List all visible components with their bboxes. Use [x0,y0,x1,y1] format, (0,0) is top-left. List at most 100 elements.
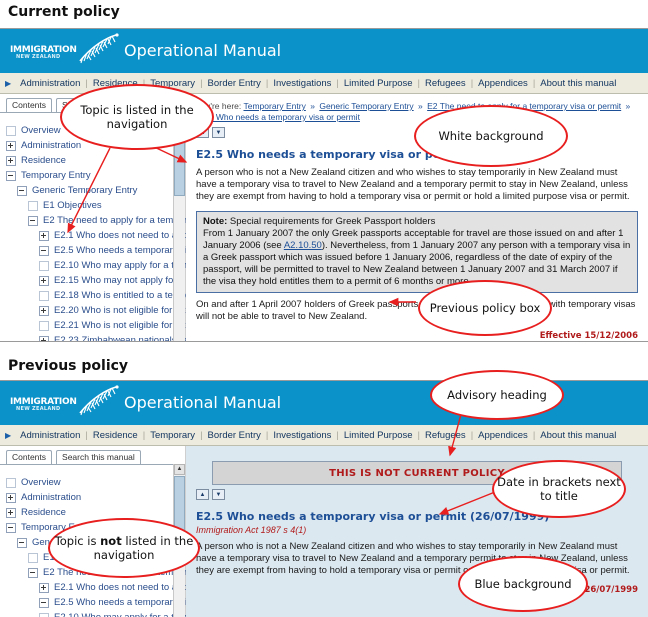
collapse-icon[interactable] [28,216,38,226]
collapse-icon[interactable] [6,523,16,533]
annotation-blue-background: Blue background [458,556,588,612]
tab-search-this-manual[interactable]: Search this manual [56,450,141,464]
nav-tabs-previous: Contents Search this manual [0,449,185,465]
collapse-icon[interactable] [17,186,27,196]
breadcrumb: You're here: Temporary Entry » Generic T… [196,101,638,123]
menu-item-administration[interactable]: Administration [15,78,85,89]
annotation-white-background: White background [414,105,568,167]
advisory-text: THIS IS NOT CURRENT POLICY [329,468,505,479]
immigration-nz-logo: IMMIGRATION NEW ZEALAND [8,35,108,67]
menu-item-border-entry[interactable]: Border Entry [203,430,266,441]
tree-item[interactable]: E2.1 Who does not need to apply for a te… [6,580,185,595]
expand-icon[interactable] [39,276,49,286]
menu-item-refugees[interactable]: Refugees [420,78,471,89]
menu-item-investigations[interactable]: Investigations [268,430,336,441]
tree-item[interactable]: E2.20 Who is not eligible for a temporar… [6,303,185,318]
next-topic-button[interactable]: ▼ [212,127,225,138]
section-title-current: Current policy [8,4,120,20]
menu-item-appendices[interactable]: Appendices [473,78,533,89]
note-box: Note: Special requirements for Greek Pas… [196,211,638,293]
app-header: IMMIGRATION NEW ZEALAND Operational Manu… [0,29,648,73]
breadcrumb-link-generic-temporary-entry[interactable]: Generic Temporary Entry [319,101,413,111]
leaf-icon[interactable] [6,126,16,136]
nav-scrollbar[interactable]: ▲ [173,112,185,341]
effective-date: Effective 15/12/2006 [196,331,638,341]
tree-item-label: Residence [21,507,66,518]
menu-item-about-this-manual[interactable]: About this manual [535,78,621,89]
expand-icon[interactable] [39,231,49,241]
menu-item-border-entry[interactable]: Border Entry [203,78,266,89]
menu-item-residence[interactable]: Residence [88,430,143,441]
leaf-icon[interactable] [39,321,49,331]
tree-item[interactable]: E2.5 Who needs a temporary visa or permi… [6,595,185,610]
topic-paragraph-2: On and after 1 April 2007 holders of Gre… [196,299,638,323]
note-label: Note: [203,216,227,227]
note-link-a2-10-50[interactable]: A2.10.50 [284,240,322,251]
tab-contents[interactable]: Contents [6,98,52,112]
annotation-prefix: Topic is [55,534,100,548]
menu-item-temporary[interactable]: Temporary [145,430,200,441]
tree-item[interactable]: E2.18 Who is entitled to a temporary per… [6,288,185,303]
expand-icon[interactable] [39,583,49,593]
tree-item[interactable]: Generic Temporary Entry [6,183,185,198]
menu-item-limited-purpose[interactable]: Limited Purpose [339,78,418,89]
tree-item[interactable]: E2.15 Who may not apply for a temporary … [6,273,185,288]
expand-icon[interactable] [6,493,16,503]
tree-item[interactable]: E2.21 Who is not eligible for a temporar… [6,318,185,333]
leaf-icon[interactable] [28,201,38,211]
collapse-icon[interactable] [39,246,49,256]
tree-item[interactable]: E2.1 Who does not need to apply for a te… [6,228,185,243]
leaf-icon[interactable] [39,261,49,271]
collapse-icon[interactable] [28,568,38,578]
breadcrumb-link-temporary-entry[interactable]: Temporary Entry [243,101,305,111]
breadcrumb-separator: » [624,101,633,111]
annotation-text: Blue background [474,577,571,591]
expand-icon[interactable] [6,508,16,518]
next-topic-button[interactable]: ▼ [212,489,225,500]
tree-item[interactable]: Overview [6,475,185,490]
leaf-icon[interactable] [6,478,16,488]
expand-icon[interactable] [39,336,49,343]
tree-item[interactable]: Residence [6,153,185,168]
tree-item[interactable]: E1 Objectives [6,198,185,213]
tree-item-label: Residence [21,155,66,166]
menu-item-refugees[interactable]: Refugees [420,430,471,441]
leaf-icon[interactable] [39,291,49,301]
tree-item[interactable]: Temporary Entry [6,168,185,183]
menu-item-administration[interactable]: Administration [15,430,85,441]
collapse-icon[interactable] [17,538,27,548]
menu-item-appendices[interactable]: Appendices [473,430,533,441]
breadcrumb-link-e2-5[interactable]: E2.5 Who needs a temporary visa or permi… [196,112,360,122]
annotation-text: Date in brackets next to title [494,475,624,503]
tab-contents[interactable]: Contents [6,450,52,464]
leaf-icon[interactable] [28,553,38,563]
topic-paragraph: A person who is not a New Zealand citize… [196,167,638,203]
collapse-icon[interactable] [39,598,49,608]
tree-item[interactable]: Administration [6,490,185,505]
section-title-previous: Previous policy [8,358,128,374]
tree-item[interactable]: E2.23 Zimbabwean nationals temporary ent… [6,333,185,342]
tree-item-label: E1 Objectives [43,200,102,211]
annotation-topic-listed: Topic is listed in the navigation [60,84,214,150]
tree-item[interactable]: E2.5 Who needs a temporary visa or permi… [6,243,185,258]
act-reference: Immigration Act 1987 s 4(1) [196,525,638,535]
menu-item-about-this-manual[interactable]: About this manual [535,430,621,441]
annotation-text: Advisory heading [447,388,547,402]
leaf-icon[interactable] [39,613,49,617]
topic-title: E2.5 Who needs a temporary visa or permi… [196,148,638,161]
previous-topic-button[interactable]: ▲ [196,489,209,500]
fern-icon [70,385,120,419]
tree-item-label: Temporary Entry [21,170,91,181]
tree-item[interactable]: E2 The need to apply for a temporary vis… [6,213,185,228]
expand-icon[interactable] [39,306,49,316]
menu-arrow-icon: ▶ [5,431,11,440]
expand-icon[interactable] [6,141,16,151]
tree-item[interactable]: E2.10 Who may apply for a temporary visa [6,258,185,273]
collapse-icon[interactable] [6,171,16,181]
breadcrumb-separator: » [308,101,317,111]
scroll-up-arrow[interactable]: ▲ [174,464,185,475]
menu-item-limited-purpose[interactable]: Limited Purpose [339,430,418,441]
tree-item[interactable]: Residence [6,505,185,520]
menu-item-investigations[interactable]: Investigations [268,78,336,89]
expand-icon[interactable] [6,156,16,166]
